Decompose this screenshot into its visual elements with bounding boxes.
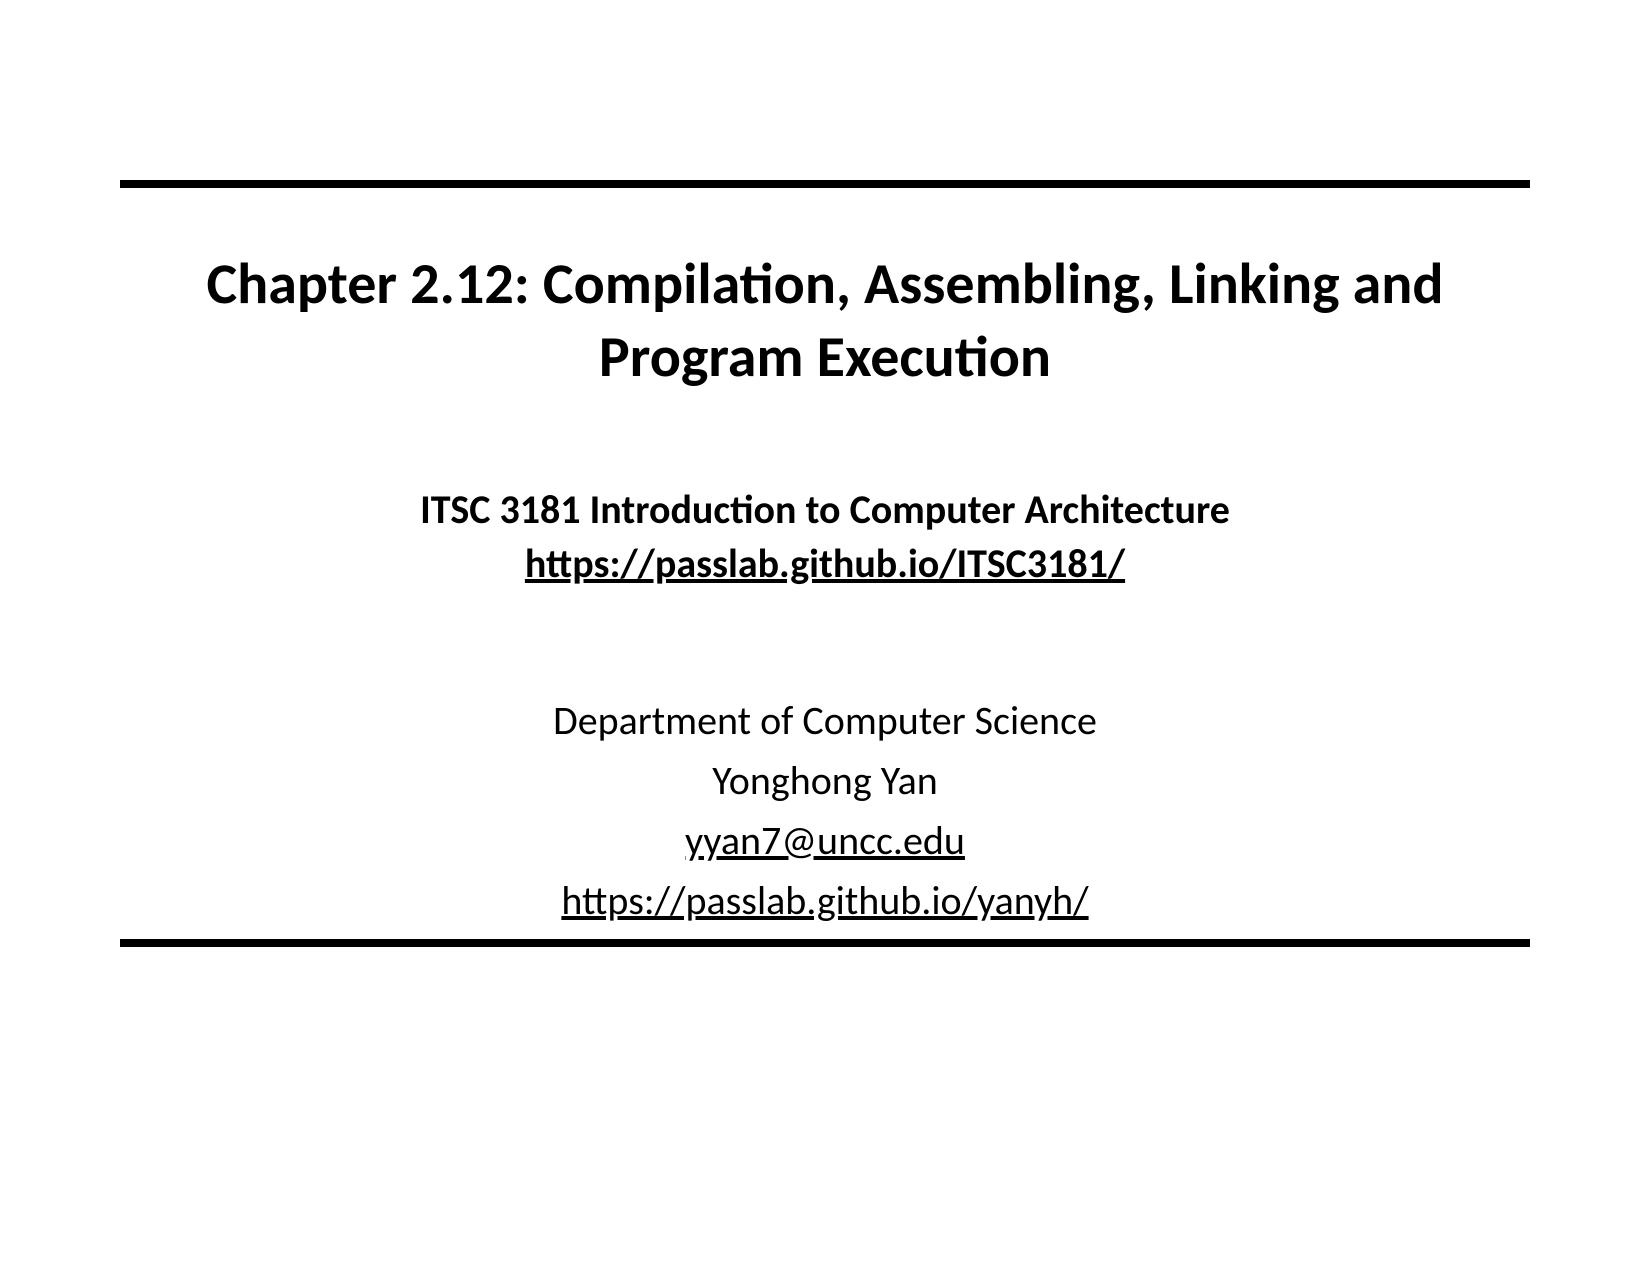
top-divider <box>120 180 1530 188</box>
author-homepage-link[interactable]: https://passlab.github.io/yanyh/ <box>120 871 1530 931</box>
author-name: Yonghong Yan <box>120 751 1530 811</box>
course-block: ITSC 3181 Introduction to Computer Archi… <box>120 483 1530 591</box>
author-email-link[interactable]: yyan7@uncc.edu <box>120 811 1530 871</box>
bottom-divider <box>120 939 1530 947</box>
course-url-link[interactable]: https://passlab.github.io/ITSC3181/ <box>120 537 1530 591</box>
course-name: ITSC 3181 Introduction to Computer Archi… <box>120 483 1530 537</box>
top-spacer <box>120 0 1530 180</box>
department-text: Department of Computer Science <box>120 691 1530 751</box>
slide-title: Chapter 2.12: Compilation, Assembling, L… <box>120 248 1530 393</box>
info-block: Department of Computer Science Yonghong … <box>120 691 1530 931</box>
slide-container: Chapter 2.12: Compilation, Assembling, L… <box>0 0 1650 1275</box>
